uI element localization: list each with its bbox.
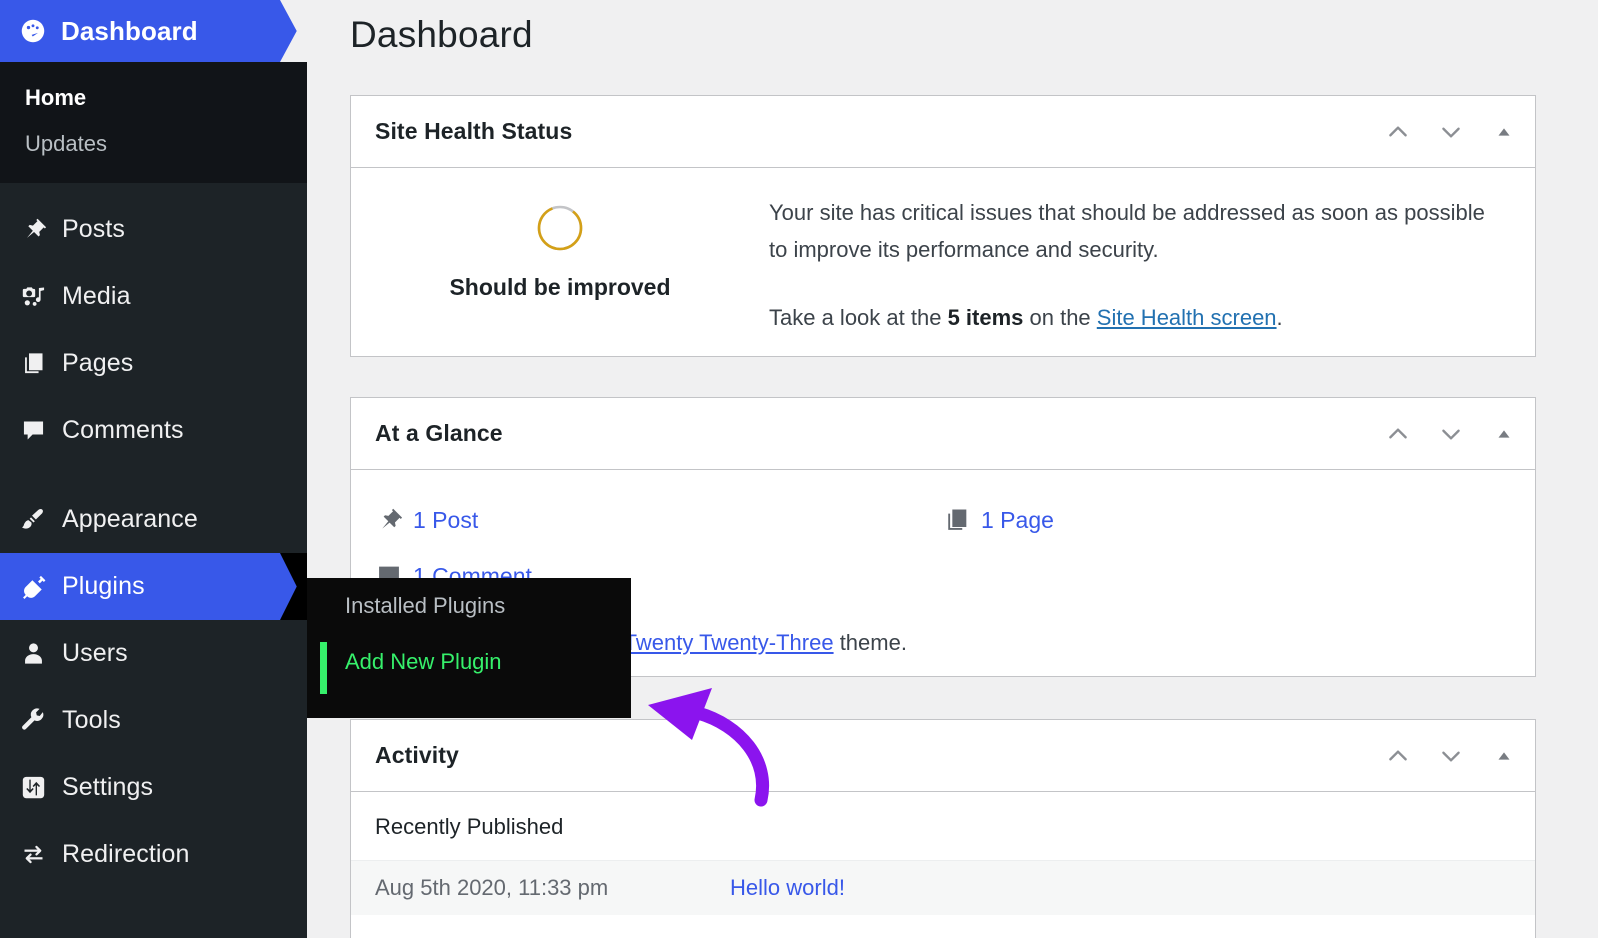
sidebar-header-notch [280, 0, 307, 62]
theme-link[interactable]: Twenty Twenty-Three [624, 630, 834, 655]
panel-title: Activity [375, 742, 459, 768]
sidebar-item-plugins[interactable]: Plugins [0, 553, 307, 620]
admin-sidebar: Dashboard Home Updates Posts Media Pages… [0, 0, 307, 938]
site-health-panel: Site Health Status Should be improved Yo… [350, 95, 1536, 357]
sidebar-item-dashboard[interactable]: Dashboard [0, 0, 307, 62]
health-action-mid: on the [1023, 305, 1097, 330]
health-description: Your site has critical issues that shoul… [769, 200, 1485, 262]
sidebar-item-label: Appearance [62, 505, 198, 533]
triangle-up-icon[interactable] [1487, 739, 1521, 773]
sidebar-item-label: Redirection [62, 840, 190, 868]
flyout-item-label: Add New Plugin [345, 649, 502, 674]
sidebar-item-redirection[interactable]: Redirection [0, 821, 307, 888]
sidebar-item-label: Media [62, 282, 131, 310]
activity-date: Aug 5th 2020, 11:33 pm [375, 875, 609, 900]
activity-post-link[interactable]: Hello world! [730, 875, 845, 901]
health-progress-ring [536, 204, 584, 252]
recently-published-label: Recently Published [375, 814, 564, 839]
media-icon [12, 283, 54, 310]
post-count-link[interactable]: 1 Post [413, 507, 478, 534]
activity-body: Recently Published Aug 5th 2020, 11:33 p… [351, 792, 1535, 915]
triangle-up-icon[interactable] [1487, 417, 1521, 451]
health-status-label: Should be improved [449, 274, 671, 300]
site-health-text: Your site has critical issues that shoul… [769, 194, 1535, 336]
pages-icon [12, 350, 54, 377]
sidebar-item-posts[interactable]: Posts [0, 196, 307, 263]
panel-controls [1381, 739, 1521, 773]
glance-row-1: 1 Post 1 Page [351, 492, 1535, 548]
chevron-down-icon[interactable] [1434, 115, 1468, 149]
sidebar-subitem-updates[interactable]: Updates [0, 121, 307, 167]
panel-title: At a Glance [375, 420, 503, 446]
comment-icon [12, 417, 54, 444]
sidebar-item-users[interactable]: Users [0, 620, 307, 687]
sidebar-item-media[interactable]: Media [0, 263, 307, 330]
sidebar-header-label: Dashboard [61, 15, 198, 46]
chevron-up-icon[interactable] [1381, 417, 1415, 451]
sidebar-active-notch [280, 553, 307, 620]
pages-icon [943, 506, 981, 534]
glance-page-count[interactable]: 1 Page [943, 492, 1511, 548]
dashboard-submenu: Home Updates [0, 62, 307, 183]
sidebar-item-appearance[interactable]: Appearance [0, 486, 307, 553]
brush-icon [12, 506, 54, 533]
site-health-panel-header: Site Health Status [351, 96, 1535, 168]
chevron-down-icon[interactable] [1434, 739, 1468, 773]
theme-line-suffix: theme. [833, 630, 907, 655]
plugins-flyout-menu: Installed Plugins Add New Plugin [307, 578, 631, 718]
triangle-up-icon[interactable] [1487, 115, 1521, 149]
sidebar-item-settings[interactable]: Settings [0, 754, 307, 821]
sidebar-item-comments[interactable]: Comments [0, 397, 307, 464]
flyout-highlight-bar [320, 642, 327, 694]
site-health-screen-link[interactable]: Site Health screen [1097, 305, 1277, 330]
sidebar-item-label: Posts [62, 215, 126, 243]
activity-panel-header: Activity [351, 720, 1535, 792]
chevron-down-icon[interactable] [1434, 417, 1468, 451]
flyout-item-add-new-plugin[interactable]: Add New Plugin [307, 634, 631, 694]
pin-icon [375, 506, 413, 534]
sidebar-item-label: Pages [62, 349, 134, 377]
health-item-count: 5 items [947, 305, 1024, 330]
dashboard-icon [12, 16, 54, 46]
page-title: Dashboard [350, 14, 533, 55]
redirect-icon [12, 841, 54, 868]
screen: Dashboard Home Updates Posts Media Pages… [0, 0, 1598, 938]
sidebar-subitem-home[interactable]: Home [0, 75, 307, 121]
health-action-prefix: Take a look at the [769, 305, 948, 330]
pin-icon [12, 216, 54, 243]
plug-icon [12, 573, 54, 600]
sidebar-item-label: Users [62, 639, 128, 667]
sidebar-divider-2 [0, 464, 307, 486]
sidebar-item-label: Comments [62, 416, 184, 444]
sidebar-item-label: Plugins [62, 572, 145, 600]
activity-panel: Activity Recently Published Aug 5th 2020… [350, 719, 1536, 938]
health-action-line: Take a look at the 5 items on the Site H… [769, 299, 1495, 336]
sliders-icon [12, 774, 54, 801]
at-a-glance-panel-header: At a Glance [351, 398, 1535, 470]
chevron-up-icon[interactable] [1381, 739, 1415, 773]
chevron-up-icon[interactable] [1381, 115, 1415, 149]
sidebar-item-pages[interactable]: Pages [0, 330, 307, 397]
sidebar-item-tools[interactable]: Tools [0, 687, 307, 754]
activity-row: Aug 5th 2020, 11:33 pm Hello world! [351, 860, 1535, 915]
panel-title: Site Health Status [375, 118, 573, 144]
user-icon [12, 640, 54, 667]
panel-controls [1381, 417, 1521, 451]
site-health-gauge: Should be improved [351, 194, 769, 336]
main-content: Dashboard Site Health Status Should be i… [307, 0, 1598, 938]
sidebar-divider-1 [0, 183, 307, 196]
flyout-item-installed-plugins[interactable]: Installed Plugins [307, 578, 631, 634]
sidebar-item-label: Tools [62, 706, 121, 734]
sidebar-item-label: Settings [62, 773, 154, 801]
wrench-icon [12, 707, 54, 734]
health-action-suffix: . [1276, 305, 1283, 330]
panel-controls [1381, 115, 1521, 149]
site-health-body: Should be improved Your site has critica… [351, 168, 1535, 356]
glance-post-count[interactable]: 1 Post [375, 492, 943, 548]
page-count-link[interactable]: 1 Page [981, 507, 1054, 534]
